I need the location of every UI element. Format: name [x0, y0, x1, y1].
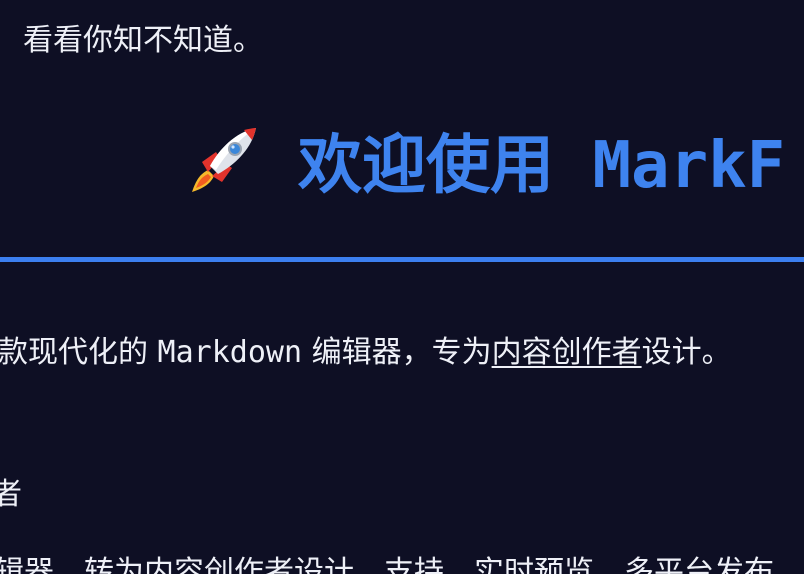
intro-suffix: 设计。: [641, 335, 732, 370]
creator-link[interactable]: 内容创作者: [492, 335, 642, 370]
paragraph-text: 者: [0, 477, 22, 512]
intro-middle: 编辑器，专为: [311, 335, 492, 370]
paragraph-text: 辑器，转为内容创作者设计，支持，实时预览，多平台发布: [0, 555, 774, 574]
rocket-icon: [192, 128, 256, 192]
markdown-inline-code: Markdown: [157, 335, 303, 370]
paragraph-text: 看看你知不知道。: [23, 23, 263, 58]
intro-paragraph: 款现代化的 Markdown 编辑器，专为内容创作者设计。: [0, 332, 732, 374]
page-heading: 欢迎使用 MarkF: [186, 118, 785, 203]
heading-text: 欢迎使用 MarkF: [298, 129, 786, 203]
editor-preview-pane: 看看你知不知道。 欢迎使用 MarkF 款现代化的 Markdown 编辑器，专…: [0, 0, 804, 574]
heading-underline-rule: [0, 257, 804, 262]
intro-prefix: 款现代化的: [0, 335, 148, 370]
